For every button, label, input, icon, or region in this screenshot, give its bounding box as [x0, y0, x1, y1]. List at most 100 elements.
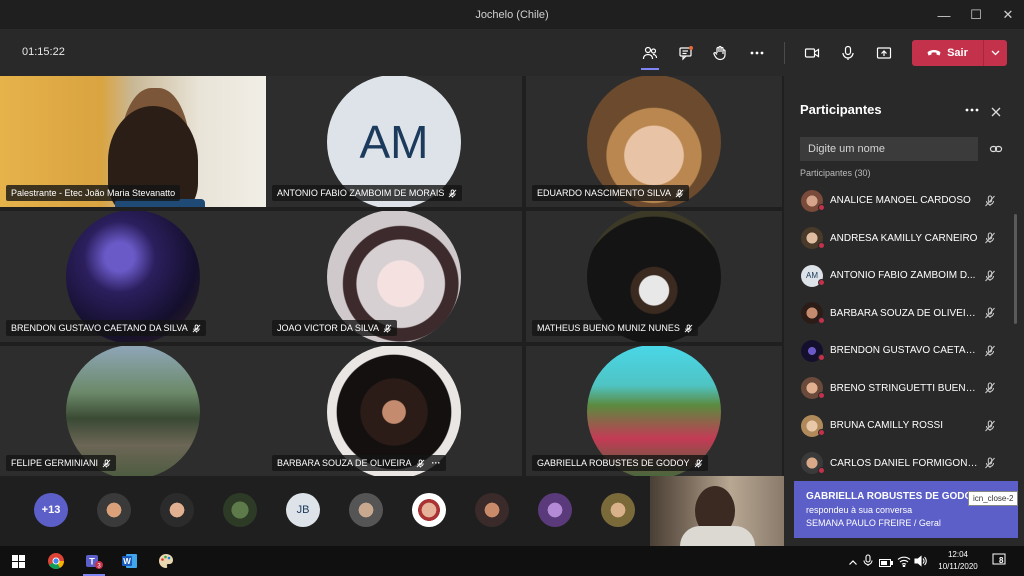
participant-name: GABRIELLA ROBUSTES DE GODOY: [537, 458, 690, 468]
mic-off-icon: [694, 458, 702, 468]
leave-main[interactable]: Sair: [912, 40, 983, 66]
participant-search-input[interactable]: [800, 137, 978, 161]
tray-volume-button[interactable]: [914, 554, 928, 568]
teams-taskbar-button[interactable]: T3: [83, 550, 105, 572]
leave-label: Sair: [947, 47, 968, 59]
participant-name-tag: GABRIELLA ROBUSTES DE GODOY: [532, 455, 708, 471]
more-participants-button[interactable]: +13: [34, 493, 68, 527]
tray-microphone-button[interactable]: [863, 554, 875, 568]
title-bar: Jochelo (Chile) — ☐ ✕: [0, 0, 1024, 30]
participants-panel: Participantes Participantes (30) ANALICE…: [784, 76, 1024, 546]
panel-title: Participantes: [800, 102, 882, 117]
participant-list: ANALICE MANOEL CARDOSO ANDRESA KAMILLY C…: [784, 182, 1024, 482]
presence-busy-icon: [818, 279, 825, 286]
participant-row[interactable]: ANDRESA KAMILLY CARNEIRO: [784, 220, 1024, 258]
participant-avatar[interactable]: [160, 493, 194, 527]
close-window-button[interactable]: ✕: [992, 0, 1024, 30]
participant-name-tag: ANTONIO FABIO ZAMBOIM DE MORAIS: [272, 185, 463, 201]
participant-row[interactable]: ANALICE MANOEL CARDOSO: [784, 182, 1024, 220]
taskbar-clock[interactable]: 12:04 10/11/2020: [933, 549, 983, 573]
microphone-icon: [863, 554, 873, 566]
mic-off-icon: [192, 323, 201, 333]
presence-busy-icon: [818, 354, 825, 361]
participant-avatar[interactable]: [412, 493, 446, 527]
action-center-button[interactable]: 8: [992, 553, 1010, 569]
participant-avatar[interactable]: [223, 493, 257, 527]
more-actions-button[interactable]: [744, 40, 770, 66]
video-tile[interactable]: GABRIELLA ROBUSTES DE GODOY: [526, 346, 782, 477]
video-stage: Palestrante - Etec João Maria Stevanatto…: [0, 76, 784, 477]
mic-off-icon: [416, 458, 424, 468]
participant-avatar[interactable]: [475, 493, 509, 527]
tile-more-options-button[interactable]: ···: [432, 458, 441, 468]
chat-notification-toast[interactable]: GABRIELLA ROBUSTES DE GODOY respondeu à …: [794, 481, 1018, 538]
chevron-up-icon: [849, 560, 857, 565]
panel-more-button[interactable]: [964, 102, 980, 118]
tray-expand-button[interactable]: [848, 555, 860, 567]
participant-avatar[interactable]: [601, 493, 635, 527]
video-tile[interactable]: EDUARDO NASCIMENTO SILVA: [526, 76, 782, 207]
video-tile[interactable]: AM ANTONIO FABIO ZAMBOIM DE MORAIS: [266, 76, 522, 207]
maximize-button[interactable]: ☐: [960, 0, 992, 30]
participant-row[interactable]: AM ANTONIO FABIO ZAMBOIM D...: [784, 257, 1024, 295]
video-tile[interactable]: FELIPE GERMINIANI: [0, 346, 266, 477]
participant-row[interactable]: BRUNA CAMILLY ROSSI: [784, 407, 1024, 445]
tray-network-button[interactable]: [897, 554, 911, 568]
participant-name-tag: FELIPE GERMINIANI: [6, 455, 117, 471]
participant-row[interactable]: BRENDON GUSTAVO CAETAN...: [784, 332, 1024, 370]
windows-taskbar: T3 W 12:04 10/11/2020 8: [0, 546, 1024, 576]
video-tile[interactable]: JOAO VICTOR DA SILVA: [266, 211, 522, 342]
microphone-button[interactable]: [835, 40, 861, 66]
paint-taskbar-button[interactable]: [155, 550, 177, 572]
raise-hand-button[interactable]: [707, 40, 733, 66]
minimize-button[interactable]: —: [928, 0, 960, 30]
participant-name: BARBARA SOUZA DE OLIVEIRA: [830, 307, 978, 319]
svg-text:T: T: [89, 557, 95, 567]
clock-time: 12:04: [947, 550, 969, 559]
leave-meeting-button[interactable]: Sair: [912, 40, 1007, 66]
show-chat-button[interactable]: [673, 40, 699, 66]
leave-options-button[interactable]: [983, 40, 1007, 66]
video-tile-speaker[interactable]: Palestrante - Etec João Maria Stevanatto: [0, 76, 266, 207]
teams-icon: T3: [86, 555, 103, 570]
participant-name-tag: Palestrante - Etec João Maria Stevanatto: [6, 185, 181, 201]
self-view-video[interactable]: [650, 476, 784, 546]
mic-off-icon: [985, 195, 995, 207]
participant-name: BRENDON GUSTAVO CAETAN...: [830, 345, 978, 357]
camera-button[interactable]: [799, 40, 825, 66]
mic-off-icon: [985, 232, 995, 244]
participant-name: BRENO STRINGUETTI BUENO ...: [830, 382, 978, 394]
participant-name: BARBARA SOUZA DE OLIVEIRA: [277, 458, 412, 468]
participant-avatar[interactable]: [97, 493, 131, 527]
video-tile[interactable]: BARBARA SOUZA DE OLIVEIRA ···: [266, 346, 522, 477]
participant-avatar[interactable]: [349, 493, 383, 527]
tray-battery-button[interactable]: [879, 555, 893, 567]
participant-avatar[interactable]: [538, 493, 572, 527]
show-participants-button[interactable]: [637, 40, 663, 66]
toast-message: respondeu à sua conversa: [806, 505, 913, 515]
participant-name: EDUARDO NASCIMENTO SILVA: [537, 188, 672, 198]
panel-scrollbar[interactable]: [1014, 214, 1017, 324]
chrome-taskbar-button[interactable]: [45, 550, 67, 572]
participant-avatar[interactable]: JB: [286, 493, 320, 527]
window-controls: — ☐ ✕: [928, 0, 1024, 30]
participant-name-tag: BARBARA SOUZA DE OLIVEIRA ···: [272, 455, 446, 471]
participant-row[interactable]: CARLOS DANIEL FORMIGONI ...: [784, 445, 1024, 483]
participant-row[interactable]: BRENO STRINGUETTI BUENO ...: [784, 370, 1024, 408]
share-screen-icon: [876, 47, 892, 59]
participant-name-tag: BRENDON GUSTAVO CAETANO DA SILVA: [6, 320, 206, 336]
participant-count: Participantes (30): [800, 168, 871, 178]
participant-row[interactable]: BARBARA SOUZA DE OLIVEIRA: [784, 295, 1024, 333]
video-tile[interactable]: MATHEUS BUENO MUNIZ NUNES: [526, 211, 782, 342]
chrome-icon: [48, 553, 64, 569]
start-button[interactable]: [7, 550, 29, 572]
close-panel-button[interactable]: [990, 105, 1002, 117]
battery-icon: [879, 559, 893, 567]
word-taskbar-button[interactable]: W: [119, 550, 141, 572]
chat-icon: [679, 46, 693, 61]
share-invite-button[interactable]: [989, 142, 1003, 156]
share-screen-button[interactable]: [871, 40, 897, 66]
video-tile[interactable]: BRENDON GUSTAVO CAETANO DA SILVA: [0, 211, 266, 342]
participant-name: BRENDON GUSTAVO CAETANO DA SILVA: [11, 323, 188, 333]
close-icon: [991, 107, 1001, 117]
